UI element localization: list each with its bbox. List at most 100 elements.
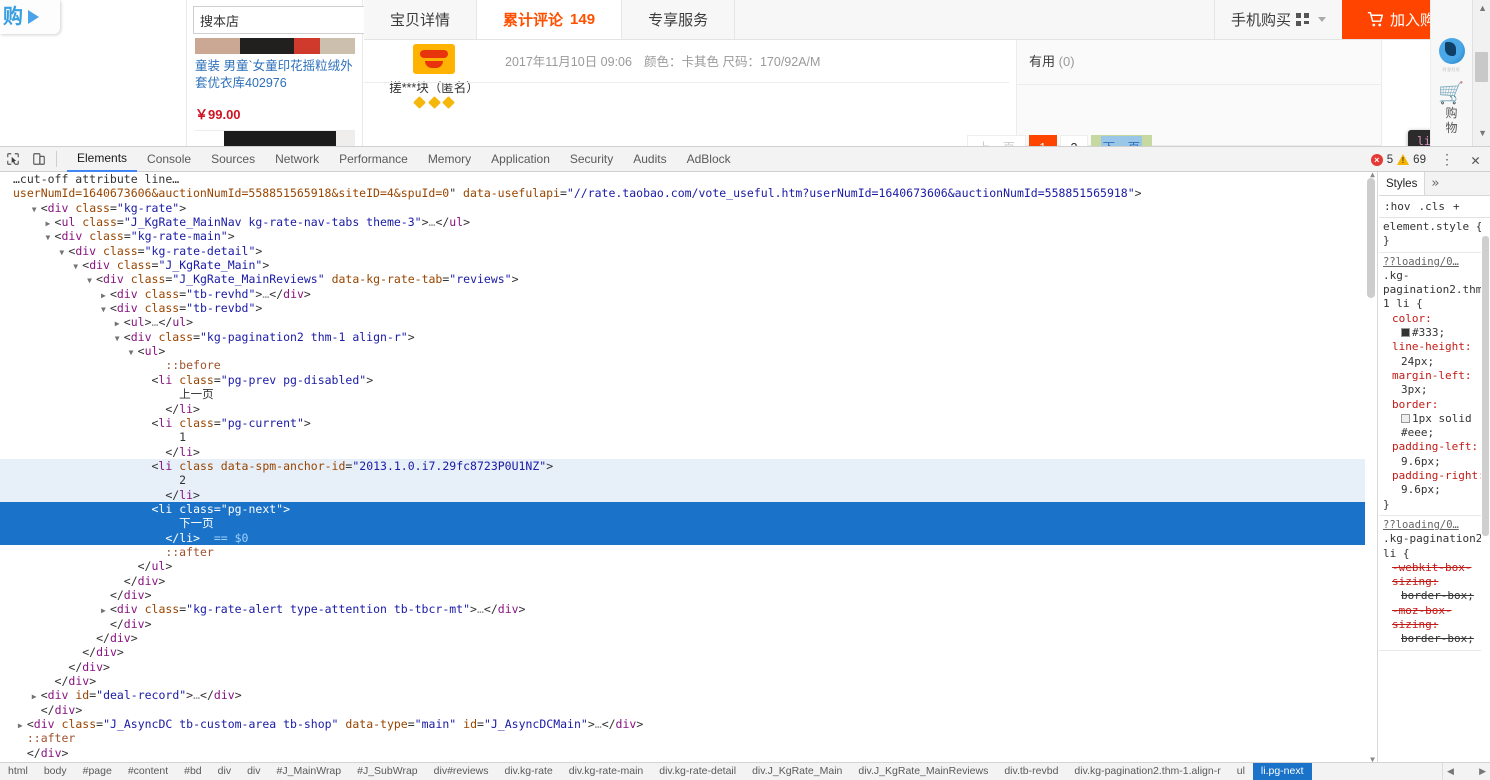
tab-sources[interactable]: Sources: [201, 147, 265, 172]
device-toolbar-icon[interactable]: [26, 147, 52, 172]
breadcrumb-item[interactable]: div.kg-pagination2.thm-1.align-r: [1066, 763, 1228, 780]
dom-tree-scrollbar[interactable]: ▲ ▼: [1365, 172, 1377, 762]
breadcrumb-item[interactable]: div#reviews: [426, 763, 497, 780]
breadcrumb-scroll-left-icon[interactable]: ◀: [1447, 766, 1454, 777]
kebab-menu-icon[interactable]: ⋮: [1434, 152, 1461, 168]
style-rule[interactable]: ??loading/0… .kg-pagination2.thm-1 li {co…: [1379, 253, 1490, 516]
chevron-right-double-icon[interactable]: »: [1425, 172, 1445, 195]
tab-application[interactable]: Application: [481, 147, 560, 172]
page-scrollbar-thumb[interactable]: [1475, 52, 1488, 82]
dom-tree-scrollbar-thumb[interactable]: [1367, 178, 1375, 298]
breadcrumb-item[interactable]: div.J_KgRate_MainReviews: [850, 763, 996, 780]
style-rule-selector[interactable]: element.style {: [1383, 220, 1490, 234]
breadcrumb-item[interactable]: body: [36, 763, 75, 780]
dom-tree-row[interactable]: <div class="tb-revbd">: [0, 301, 1377, 315]
tab-styles[interactable]: Styles: [1379, 172, 1426, 195]
dom-tree-row[interactable]: <li class data-spm-anchor-id="2013.1.0.i…: [0, 458, 1377, 474]
tab-console[interactable]: Console: [137, 147, 201, 172]
chevron-down-icon[interactable]: [1318, 17, 1326, 22]
shop-search-box[interactable]: [193, 6, 398, 34]
dom-tree-row[interactable]: </li>: [0, 487, 1377, 502]
tab-zhuanxiang-fuwu[interactable]: 专享服务: [622, 0, 736, 39]
dom-tree-row[interactable]: <div class="kg-rate">: [0, 201, 1377, 215]
style-property-name[interactable]: color:: [1383, 312, 1490, 326]
style-property-value[interactable]: 3px;: [1383, 383, 1490, 397]
breadcrumb-item[interactable]: ul: [1229, 763, 1253, 780]
dom-tree-pane[interactable]: …cut-off attribute line… userNumId=164067…: [0, 172, 1378, 762]
color-swatch-icon[interactable]: [1401, 413, 1410, 423]
dom-tree-row[interactable]: <div class="kg-pagination2 thm-1 align-r…: [0, 330, 1377, 344]
style-rule[interactable]: element.style {}: [1379, 218, 1490, 253]
dom-tree-row[interactable]: </div>: [0, 588, 1377, 602]
tab-leiji-pinglun[interactable]: 累计评论 149: [477, 0, 623, 39]
filter-add-rule-button[interactable]: +: [1453, 200, 1460, 213]
tab-elements[interactable]: Elements: [67, 147, 138, 172]
dom-tree-row[interactable]: </div>: [0, 746, 1377, 760]
tab-baobei-xiangqing[interactable]: 宝贝详情: [364, 0, 478, 39]
dom-tree-row[interactable]: </div>: [0, 617, 1377, 631]
dom-tree-row[interactable]: 上一页: [0, 387, 1377, 401]
style-property-name[interactable]: padding-left:: [1383, 440, 1490, 454]
breadcrumb-item[interactable]: #J_MainWrap: [269, 763, 350, 780]
product-title-link[interactable]: 童装 男童`女童印花摇粒绒外套优衣库402976: [195, 58, 357, 92]
breadcrumb-overflow-controls[interactable]: ◀ ▶: [1442, 763, 1490, 780]
breadcrumb-item[interactable]: li.pg-next: [1252, 763, 1312, 780]
dom-tree-row[interactable]: <div id="deal-record">…</div>: [0, 688, 1377, 702]
dom-tree-row[interactable]: </div>: [0, 674, 1377, 688]
style-property-name[interactable]: border:: [1383, 398, 1490, 412]
dom-tree-row[interactable]: </div>: [0, 574, 1377, 588]
breadcrumb-item[interactable]: div.kg-rate-main: [561, 763, 652, 780]
style-property-name[interactable]: line-height:: [1383, 340, 1490, 354]
dom-tree-row[interactable]: 2: [0, 473, 1377, 488]
dom-tree-row[interactable]: <div class="tb-revhd">…</div>: [0, 287, 1377, 301]
style-rule-source[interactable]: ??loading/0…: [1383, 255, 1490, 269]
floating-mini-toolbar[interactable]: 购: [0, 0, 60, 34]
breadcrumb-item[interactable]: #page: [75, 763, 120, 780]
inspect-cursor-icon[interactable]: [0, 147, 26, 172]
breadcrumb-item[interactable]: div.kg-rate-detail: [651, 763, 744, 780]
filter-cls-toggle[interactable]: .cls: [1419, 200, 1446, 213]
dom-tree-row[interactable]: 下一页: [0, 516, 1377, 531]
dom-tree-row[interactable]: <ul>…</ul>: [0, 315, 1377, 329]
tab-performance[interactable]: Performance: [329, 147, 418, 172]
tab-security[interactable]: Security: [560, 147, 623, 172]
pagination-page-1[interactable]: 1: [1028, 134, 1057, 146]
tab-adblock[interactable]: AdBlock: [677, 147, 741, 172]
style-rule-source[interactable]: ??loading/0…: [1383, 518, 1490, 532]
style-property-name[interactable]: -moz-box-sizing:: [1383, 604, 1490, 633]
dom-tree-row[interactable]: <li class="pg-current">: [0, 416, 1377, 430]
dom-tree-row[interactable]: userNumId=1640673606&auctionNumId=558851…: [0, 186, 1377, 200]
scroll-up-arrow-icon[interactable]: ▲: [1478, 3, 1487, 13]
breadcrumb-item[interactable]: div.tb-revbd: [996, 763, 1066, 780]
tab-audits[interactable]: Audits: [623, 147, 676, 172]
styles-pane-scrollbar-thumb[interactable]: [1482, 236, 1489, 536]
dom-tree-row[interactable]: </ul>: [0, 559, 1377, 573]
breadcrumb-item[interactable]: div: [210, 763, 239, 780]
error-warning-counter[interactable]: × 5 69: [1367, 153, 1430, 166]
style-property-value[interactable]: border-box;: [1383, 632, 1490, 646]
style-property-value[interactable]: 9.6px;: [1383, 483, 1490, 497]
dom-tree-row[interactable]: <li class="pg-next">: [0, 501, 1377, 517]
style-property-value[interactable]: border-box;: [1383, 589, 1490, 603]
dom-tree-row[interactable]: ::after: [0, 545, 1377, 559]
dom-tree-row[interactable]: ::after: [0, 731, 1377, 745]
dom-tree-row[interactable]: <div class="kg-rate-detail">: [0, 244, 1377, 258]
style-property-value[interactable]: 24px;: [1383, 355, 1490, 369]
dom-tree-row[interactable]: </div>: [0, 631, 1377, 645]
breadcrumb-item[interactable]: div.kg-rate: [497, 763, 561, 780]
style-property-value[interactable]: #333;: [1383, 326, 1490, 340]
styles-pane-scrollbar[interactable]: [1481, 218, 1490, 762]
dom-tree-row[interactable]: <li class="pg-prev pg-disabled">: [0, 373, 1377, 387]
dom-tree-row[interactable]: 1: [0, 430, 1377, 444]
style-rule[interactable]: ??loading/0… .kg-pagination2 li {-webkit-…: [1379, 516, 1490, 651]
dom-tree-row[interactable]: <ul>: [0, 344, 1377, 358]
dom-tree-row[interactable]: </li> == $0: [0, 530, 1377, 545]
style-rule-selector[interactable]: .kg-pagination2 li {: [1383, 532, 1490, 561]
tab-memory[interactable]: Memory: [418, 147, 481, 172]
style-rule-selector[interactable]: .kg-pagination2.thm-1 li {: [1383, 269, 1490, 312]
play-triangle-icon[interactable]: [28, 10, 39, 24]
breadcrumb-item[interactable]: #bd: [176, 763, 210, 780]
dom-tree-row[interactable]: <div class="J_KgRate_Main">: [0, 258, 1377, 272]
dom-tree-row[interactable]: <div class="kg-rate-main">: [0, 229, 1377, 243]
shop-search-input[interactable]: [193, 6, 382, 34]
